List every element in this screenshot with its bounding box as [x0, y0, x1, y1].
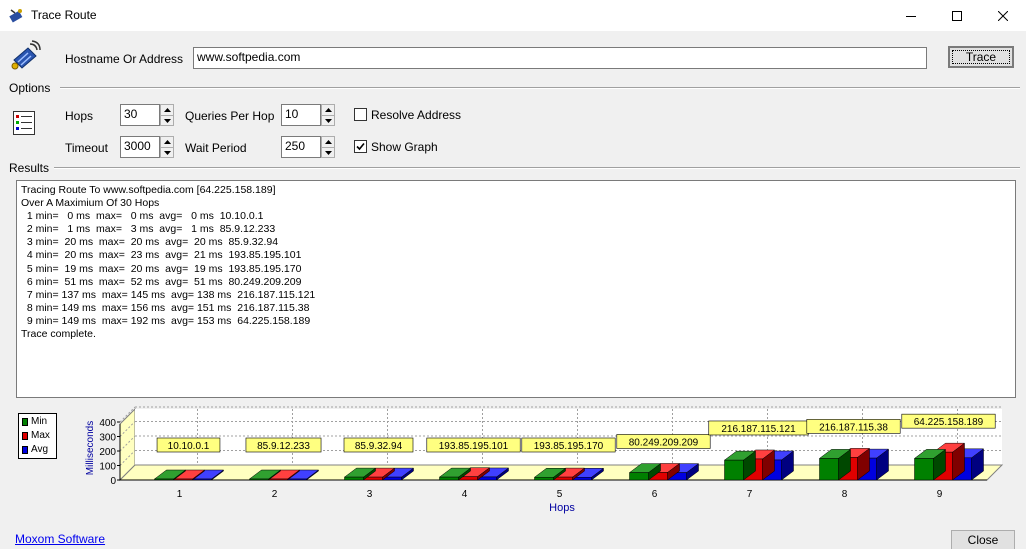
result-line: 4 min= 20 ms max= 23 ms avg= 21 ms 193.8… — [21, 249, 302, 262]
bar-min — [154, 478, 174, 481]
maximize-button[interactable] — [934, 0, 980, 31]
hops-spinner[interactable] — [160, 104, 174, 126]
y-axis-label: Milliseconds — [85, 421, 96, 475]
close-button-label: Close — [967, 533, 999, 547]
spin-up-icon — [324, 108, 332, 112]
x-tick-label: 3 — [367, 489, 373, 500]
timeout-spinner[interactable] — [160, 136, 174, 158]
queries-spinner[interactable] — [321, 104, 335, 126]
result-line: 8 min= 149 ms max= 156 ms avg= 151 ms 21… — [21, 301, 310, 314]
resolve-address-checkbox[interactable] — [354, 108, 367, 121]
result-line: 6 min= 51 ms max= 52 ms avg= 51 ms 80.24… — [21, 275, 302, 288]
trace-button-label: Trace — [965, 50, 997, 64]
bar-min — [534, 476, 554, 481]
bar-avg — [192, 478, 212, 481]
bar-min — [629, 472, 649, 481]
hop-ip-label: 216.187.115.38 — [819, 422, 888, 433]
result-line: 3 min= 20 ms max= 20 ms avg= 20 ms 85.9.… — [21, 236, 279, 249]
bar-min — [819, 458, 839, 481]
close-button[interactable]: Close — [951, 530, 1015, 549]
spin-down-icon — [163, 118, 171, 123]
hop-ip-label: 216.187.115.121 — [721, 424, 796, 435]
bar-min — [914, 458, 934, 481]
hop-ip-label: 80.249.209.209 — [629, 437, 699, 448]
y-tick-label: 0 — [110, 476, 116, 487]
wait-period-spinner[interactable] — [321, 136, 335, 158]
title-bar[interactable]: Trace Route — [0, 0, 1026, 31]
minimize-button[interactable] — [888, 0, 934, 31]
show-graph-label: Show Graph — [371, 140, 438, 154]
results-divider — [54, 167, 1020, 169]
y-tick-label: 100 — [99, 462, 116, 473]
spin-up-icon — [163, 140, 171, 144]
x-tick-label: 8 — [842, 489, 848, 500]
results-label: Results — [9, 161, 50, 175]
result-line: Trace complete. — [21, 328, 96, 341]
result-line: Tracing Route To www.softpedia.com [64.2… — [21, 184, 276, 196]
x-tick-label: 6 — [652, 489, 658, 500]
spin-up-icon — [163, 108, 171, 112]
moxom-software-link[interactable]: Moxom Software — [15, 532, 105, 546]
show-graph-checkbox[interactable] — [354, 140, 367, 153]
minimize-icon — [906, 15, 916, 17]
hop-ip-label: 85.9.32.94 — [355, 441, 403, 452]
window-title: Trace Route — [31, 8, 97, 22]
hop-latency-chart: 400 300 200 100 0 Milliseconds Hops 1 10.10.0.1 2… — [85, 406, 1004, 514]
result-line: 1 min= 0 ms max= 0 ms avg= 0 ms 10.10.0.… — [21, 210, 264, 223]
close-window-button[interactable] — [980, 0, 1026, 31]
y-tick-label: 200 — [99, 447, 116, 458]
timeout-label: Timeout — [65, 141, 108, 155]
hop-ip-label: 85.9.12.233 — [257, 441, 310, 452]
options-label: Options — [9, 81, 51, 95]
bar-min — [724, 459, 744, 481]
results-text-area[interactable]: Tracing Route To www.softpedia.com [64.2… — [16, 180, 1016, 398]
x-tick-label: 7 — [747, 489, 753, 500]
hop-ip-label: 10.10.0.1 — [168, 441, 210, 452]
checkmark-icon — [356, 142, 365, 151]
hostname-input[interactable]: www.softpedia.com — [193, 47, 927, 69]
y-tick-label: 400 — [99, 418, 116, 429]
result-line: 2 min= 1 ms max= 3 ms avg= 1 ms 85.9.12.… — [21, 223, 276, 236]
bar-min — [249, 478, 269, 481]
x-tick-label: 9 — [937, 489, 943, 500]
result-line: 5 min= 19 ms max= 20 ms avg= 19 ms 193.8… — [21, 262, 302, 275]
hop-ip-label: 193.85.195.101 — [439, 441, 509, 452]
close-icon — [998, 10, 1008, 21]
timeout-input[interactable]: 3000 — [120, 136, 160, 158]
result-line: 7 min= 137 ms max= 145 ms avg= 138 ms 21… — [21, 288, 316, 301]
queries-input[interactable]: 10 — [281, 104, 321, 126]
options-divider — [60, 87, 1020, 89]
spin-down-icon — [163, 150, 171, 155]
bar-max — [268, 478, 288, 481]
result-line: Over A Maximium Of 30 Hops — [21, 197, 160, 210]
wait-period-label: Wait Period — [185, 141, 247, 155]
spin-down-icon — [324, 118, 332, 123]
bar-max — [173, 478, 193, 481]
wait-period-input[interactable]: 250 — [281, 136, 321, 158]
bar-min — [344, 476, 364, 481]
result-line: 9 min= 149 ms max= 192 ms avg= 153 ms 64… — [21, 314, 311, 327]
trace-route-icon — [8, 7, 24, 23]
x-tick-label: 5 — [557, 489, 563, 500]
options-icon — [12, 110, 36, 136]
hops-label: Hops — [65, 109, 94, 123]
hostname-label: Hostname Or Address — [65, 52, 184, 66]
x-tick-label: 2 — [272, 489, 278, 500]
network-trace-icon — [10, 40, 42, 72]
maximize-icon — [952, 10, 962, 21]
spin-up-icon — [324, 140, 332, 144]
spin-down-icon — [324, 150, 332, 155]
bar-avg — [287, 478, 307, 481]
trace-button[interactable]: Trace — [948, 46, 1014, 68]
hops-input[interactable]: 30 — [120, 104, 160, 126]
queries-label: Queries Per Hop — [185, 109, 275, 123]
hop-ip-label: 193.85.195.170 — [534, 441, 604, 452]
x-axis-label: Hops — [549, 502, 575, 514]
x-tick-label: 4 — [462, 489, 468, 500]
x-tick-label: 1 — [177, 489, 183, 500]
hop-ip-label: 64.225.158.189 — [914, 417, 984, 428]
resolve-address-label: Resolve Address — [371, 108, 462, 122]
bar-min — [439, 476, 459, 481]
y-tick-label: 300 — [99, 433, 116, 444]
